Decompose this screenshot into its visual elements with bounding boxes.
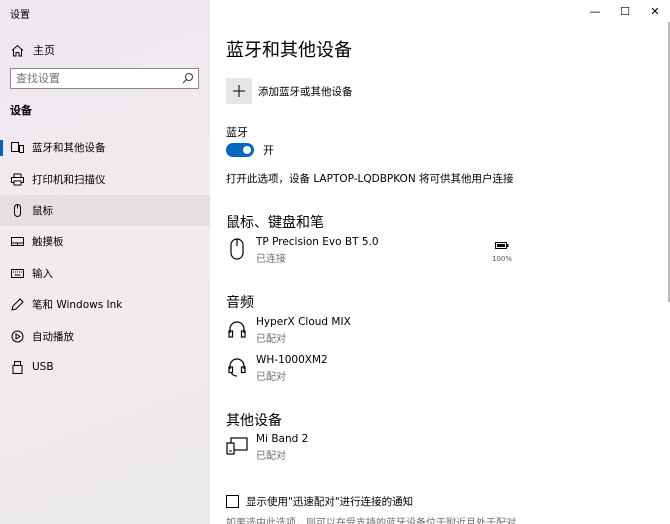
printer-icon [10, 172, 24, 186]
device-item[interactable]: WH-1000XM2 已配对 [226, 354, 328, 383]
sidebar-item-printers[interactable]: 打印机和扫描仪 [0, 163, 210, 194]
discoverable-text: 打开此选项，设备 LAPTOP-LQDBPKON 将可供其他用户连接 [226, 173, 514, 185]
sidebar-item-usb[interactable]: USB [0, 352, 210, 383]
sidebar-nav: 蓝牙和其他设备 打印机和扫描仪 鼠标 触摸板 输入 笔和 Windows Ink… [0, 132, 210, 383]
bluetooth-toggle-row: 开 [226, 142, 274, 158]
device-status: 已配对 [256, 372, 286, 383]
bluetooth-devices-icon [10, 141, 24, 155]
battery-indicator: 100% [492, 238, 512, 263]
touchpad-icon [10, 235, 24, 249]
section-label: 设备 [10, 104, 32, 117]
home-link[interactable]: 主页 [10, 40, 200, 60]
battery-percent: 100% [491, 255, 512, 263]
device-status: 已配对 [256, 451, 286, 462]
swift-pair-checkbox[interactable] [226, 495, 239, 508]
add-device-button[interactable]: 添加蓝牙或其他设备 [226, 78, 353, 104]
mouse-icon [226, 236, 248, 262]
swift-pair-label: 显示使用"迅速配对"进行连接的通知 [246, 496, 414, 508]
keyboard-icon [10, 266, 24, 280]
usb-icon [10, 360, 24, 374]
battery-icon [494, 238, 509, 252]
autoplay-icon [10, 329, 24, 343]
sidebar-item-touchpad[interactable]: 触摸板 [0, 226, 210, 257]
main-panel: 蓝牙和其他设备 添加蓝牙或其他设备 蓝牙 开 打开此选项，设备 LAPTOP-L… [210, 0, 670, 524]
sidebar-item-label: 笔和 Windows Ink [32, 299, 123, 312]
headset-icon [226, 354, 248, 380]
search-input[interactable] [11, 69, 176, 88]
plus-icon [226, 78, 252, 104]
search-box[interactable] [10, 68, 199, 89]
sidebar-item-pen[interactable]: 笔和 Windows Ink [0, 289, 210, 320]
toggle-state-label: 开 [263, 144, 274, 157]
home-icon [10, 43, 24, 57]
sidebar-item-label: 鼠标 [32, 204, 53, 217]
sidebar-item-label: 输入 [32, 267, 53, 280]
bluetooth-toggle[interactable] [226, 143, 254, 157]
headphones-icon [226, 316, 248, 342]
device-item[interactable]: Mi Band 2 已配对 [226, 433, 308, 462]
device-item[interactable]: HyperX Cloud MIX 已配对 [226, 316, 351, 345]
sidebar-item-typing[interactable]: 输入 [0, 258, 210, 289]
device-name: TP Precision Evo BT 5.0 [256, 236, 379, 248]
device-item[interactable]: TP Precision Evo BT 5.0 已连接 [226, 236, 379, 265]
sidebar-item-label: 打印机和扫描仪 [32, 173, 106, 186]
group-title-input-devices: 鼠标、键盘和笔 [226, 215, 324, 231]
sidebar-item-autoplay[interactable]: 自动播放 [0, 320, 210, 351]
device-status: 已连接 [256, 254, 286, 265]
device-name: HyperX Cloud MIX [256, 316, 351, 328]
swift-pair-option[interactable]: 显示使用"迅速配对"进行连接的通知 [226, 494, 413, 509]
page-title: 蓝牙和其他设备 [226, 40, 352, 61]
other-device-icon [226, 433, 248, 459]
window-title: 设置 [10, 10, 30, 21]
swift-pair-description: 如果选中此选项，则可以在受支持的蓝牙设备位于附近且处于配对 [226, 518, 516, 524]
sidebar-item-label: 自动播放 [32, 330, 74, 343]
sidebar: 设置 主页 设备 蓝牙和其他设备 打印机和扫描仪 [0, 0, 210, 524]
home-label: 主页 [33, 44, 55, 57]
mouse-icon [10, 203, 24, 217]
group-title-other-devices: 其他设备 [226, 413, 282, 429]
add-device-label: 添加蓝牙或其他设备 [258, 85, 353, 98]
sidebar-item-bluetooth[interactable]: 蓝牙和其他设备 [0, 132, 210, 163]
sidebar-item-label: 蓝牙和其他设备 [32, 142, 106, 155]
device-name: Mi Band 2 [256, 433, 309, 445]
device-status: 已配对 [256, 334, 286, 345]
search-icon[interactable] [182, 72, 194, 84]
group-title-audio: 音频 [226, 295, 254, 311]
bluetooth-label: 蓝牙 [226, 126, 248, 139]
sidebar-item-mouse[interactable]: 鼠标 [0, 194, 210, 227]
device-name: WH-1000XM2 [256, 354, 328, 366]
pen-icon [10, 298, 24, 312]
sidebar-item-label: 触摸板 [32, 236, 64, 249]
sidebar-item-label: USB [32, 361, 54, 374]
